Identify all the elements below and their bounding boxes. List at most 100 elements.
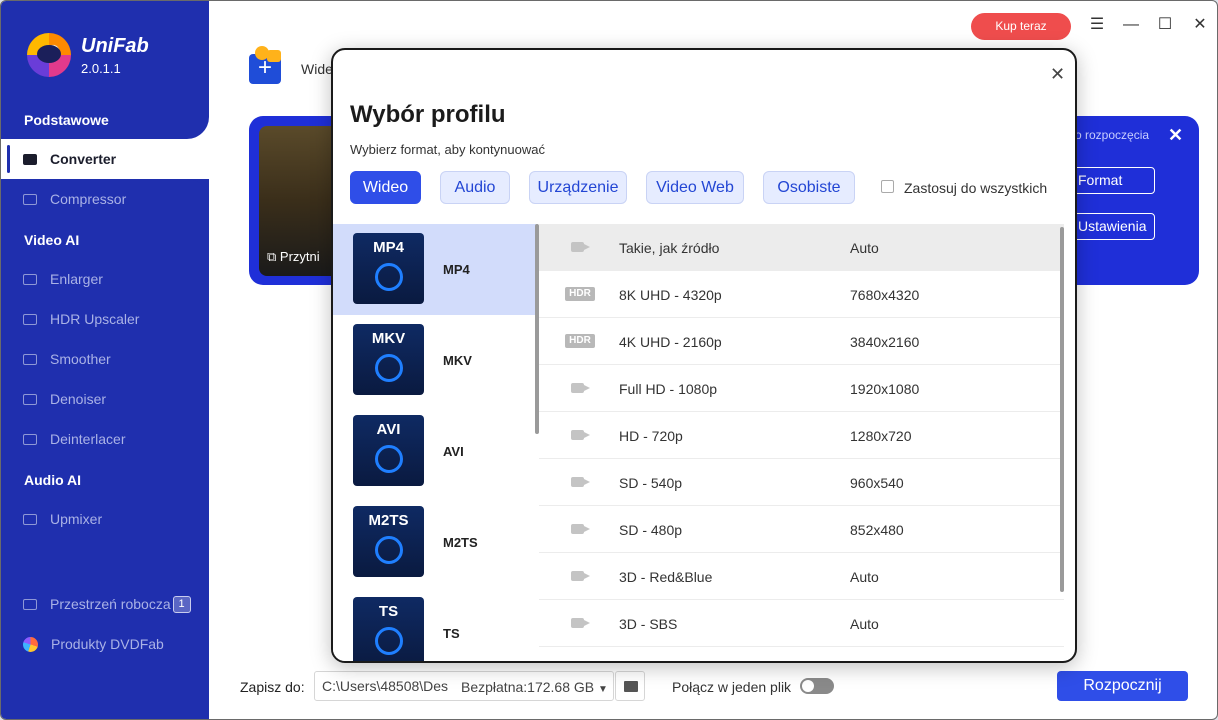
resolution-value: 3840x2160 xyxy=(850,334,920,350)
folder-icon[interactable] xyxy=(615,671,645,701)
hdr-icon: HDR xyxy=(565,287,595,301)
task-close-icon[interactable]: ✕ xyxy=(1168,125,1183,146)
sidebar: UniFab 2.0.1.1 Podstawowe Converter Comp… xyxy=(1,1,209,719)
resolution-row[interactable]: SD - 540p 960x540 xyxy=(539,459,1064,506)
tab-video[interactable]: Wideo xyxy=(350,171,421,204)
tab-audio[interactable]: Audio xyxy=(440,171,510,204)
add-video-button[interactable]: + xyxy=(249,46,281,84)
camera-icon xyxy=(571,618,590,628)
reel-icon xyxy=(375,536,403,564)
free-space-dropdown[interactable]: Bezpłatna:172.68 GB ▼ xyxy=(461,679,608,695)
sidebar-item-workspace[interactable]: Przestrzeń robocza 1 xyxy=(1,584,209,624)
trim-label: Przytni xyxy=(279,249,320,264)
format-item-m2ts[interactable]: M2TS M2TS xyxy=(333,497,538,588)
denoise-icon xyxy=(23,393,37,405)
camera-icon xyxy=(571,242,590,252)
camera-icon xyxy=(571,430,590,440)
camera-icon xyxy=(375,627,403,655)
resolution-row[interactable]: Full HD - 1080p 1920x1080 xyxy=(539,365,1064,412)
profile-dialog: ✕ Wybór profilu Wybierz format, aby kont… xyxy=(331,48,1077,663)
resolution-row[interactable]: HDR 8K UHD - 4320p 7680x4320 xyxy=(539,271,1064,318)
resolution-name: HD - 720p xyxy=(619,428,683,444)
merge-label: Połącz w jeden plik xyxy=(672,679,792,695)
sidebar-item-converter[interactable]: Converter xyxy=(1,139,209,179)
sidebar-item-deinterlacer[interactable]: Deinterlacer xyxy=(1,419,209,459)
output-path: C:\Users\48508\Des xyxy=(322,678,449,694)
format-name: TS xyxy=(443,626,460,641)
monitor-icon xyxy=(23,598,37,610)
sidebar-item-hdr-upscaler[interactable]: HDR Upscaler xyxy=(1,299,209,339)
deinterlace-icon xyxy=(23,433,37,445)
close-icon[interactable]: ✕ xyxy=(1191,16,1209,34)
maximize-icon[interactable]: ☐ xyxy=(1156,16,1174,34)
resolution-row[interactable]: SD - 480p 852x480 xyxy=(539,506,1064,553)
resolution-value: 960x540 xyxy=(850,475,904,491)
sidebar-item-upmixer[interactable]: Upmixer xyxy=(1,499,209,539)
sidebar-item-label: HDR Upscaler xyxy=(50,311,140,327)
section-title-basic: Podstawowe xyxy=(24,112,109,128)
start-button[interactable]: Rozpocznij xyxy=(1057,671,1188,701)
task-start-hint: o rozpoczęcia xyxy=(1075,128,1150,142)
tab-device[interactable]: Urządzenie xyxy=(529,171,627,204)
trim-button[interactable]: ⧉ Przytni xyxy=(267,249,320,265)
format-list: MP4 MP4 MKV MKV AVI AVI M2TS M2TS TS TS xyxy=(333,224,538,661)
format-item-mp4[interactable]: MP4 MP4 xyxy=(333,224,538,315)
resolution-row[interactable]: 3D - SBS Auto xyxy=(539,600,1064,647)
unifab-logo-icon xyxy=(27,33,71,77)
resolution-name: Takie, jak źródło xyxy=(619,240,720,256)
resolution-row[interactable]: HD - 720p 1280x720 xyxy=(539,412,1064,459)
sidebar-item-label: Smoother xyxy=(50,351,111,367)
format-item-avi[interactable]: AVI AVI xyxy=(333,406,538,497)
avi-icon: AVI xyxy=(353,415,424,486)
resolution-value: 1920x1080 xyxy=(850,381,920,397)
resolution-row[interactable]: 3D - Red&Blue Auto xyxy=(539,553,1064,600)
tab-video-web[interactable]: Video Web xyxy=(646,171,744,204)
sidebar-item-enlarger[interactable]: Enlarger xyxy=(1,259,209,299)
buy-now-button[interactable]: Kup teraz xyxy=(971,13,1071,40)
app-version: 2.0.1.1 xyxy=(81,61,121,76)
format-name: AVI xyxy=(443,444,464,459)
resolution-list: Takie, jak źródło Auto HDR 8K UHD - 4320… xyxy=(539,224,1066,661)
resolution-name: 3D - SBS xyxy=(619,616,678,632)
format-icon-label: MP4 xyxy=(373,239,404,256)
menu-icon[interactable]: ☰ xyxy=(1088,16,1106,34)
sidebar-item-smoother[interactable]: Smoother xyxy=(1,339,209,379)
resolution-name: SD - 540p xyxy=(619,475,683,491)
resolution-name: 8K UHD - 4320p xyxy=(619,287,722,303)
format-item-mkv[interactable]: MKV MKV xyxy=(333,315,538,406)
resolution-row[interactable]: Takie, jak źródło Auto xyxy=(539,224,1064,271)
section-title-video-ai: Video AI xyxy=(24,232,80,248)
sidebar-item-label: Converter xyxy=(50,151,117,167)
tab-personal[interactable]: Osobiste xyxy=(763,171,855,204)
upmix-icon xyxy=(23,513,37,525)
sidebar-item-label: Upmixer xyxy=(50,511,103,527)
dvdfab-icon xyxy=(23,636,38,652)
sidebar-item-dvdfab-products[interactable]: Produkty DVDFab xyxy=(1,624,209,664)
format-icon-label: TS xyxy=(378,603,399,620)
camera-icon xyxy=(571,571,590,581)
minimize-icon[interactable]: — xyxy=(1122,16,1140,34)
dialog-title: Wybór profilu xyxy=(350,101,506,128)
sidebar-item-denoiser[interactable]: Denoiser xyxy=(1,379,209,419)
smoother-icon xyxy=(23,353,37,365)
workspace-count-badge: 1 xyxy=(172,595,191,613)
apply-all-label[interactable]: Zastosuj do wszystkich xyxy=(904,180,1047,196)
format-button[interactable]: Format xyxy=(1071,167,1155,194)
camera-icon xyxy=(571,383,590,393)
brand-name: UniFab xyxy=(81,35,149,57)
resolution-list-scrollbar[interactable] xyxy=(1060,227,1064,592)
format-item-ts[interactable]: TS TS xyxy=(333,588,538,661)
resolution-row[interactable]: HDR 4K UHD - 2160p 3840x2160 xyxy=(539,318,1064,365)
resolution-name: SD - 480p xyxy=(619,522,683,538)
unifab-window: UniFab 2.0.1.1 Podstawowe Converter Comp… xyxy=(0,0,1218,720)
resolution-value: Auto xyxy=(850,616,879,632)
apply-all-checkbox[interactable] xyxy=(881,180,894,193)
settings-button[interactable]: Ustawienia xyxy=(1071,213,1155,240)
add-video-label[interactable]: Wide xyxy=(301,61,333,77)
sidebar-item-label: Przestrzeń robocza xyxy=(50,596,171,612)
sidebar-item-compressor[interactable]: Compressor xyxy=(1,179,209,219)
dialog-close-icon[interactable]: ✕ xyxy=(1050,64,1065,85)
section-title-audio-ai: Audio AI xyxy=(24,472,82,488)
hdr-icon xyxy=(23,313,37,325)
merge-toggle[interactable] xyxy=(800,678,834,694)
